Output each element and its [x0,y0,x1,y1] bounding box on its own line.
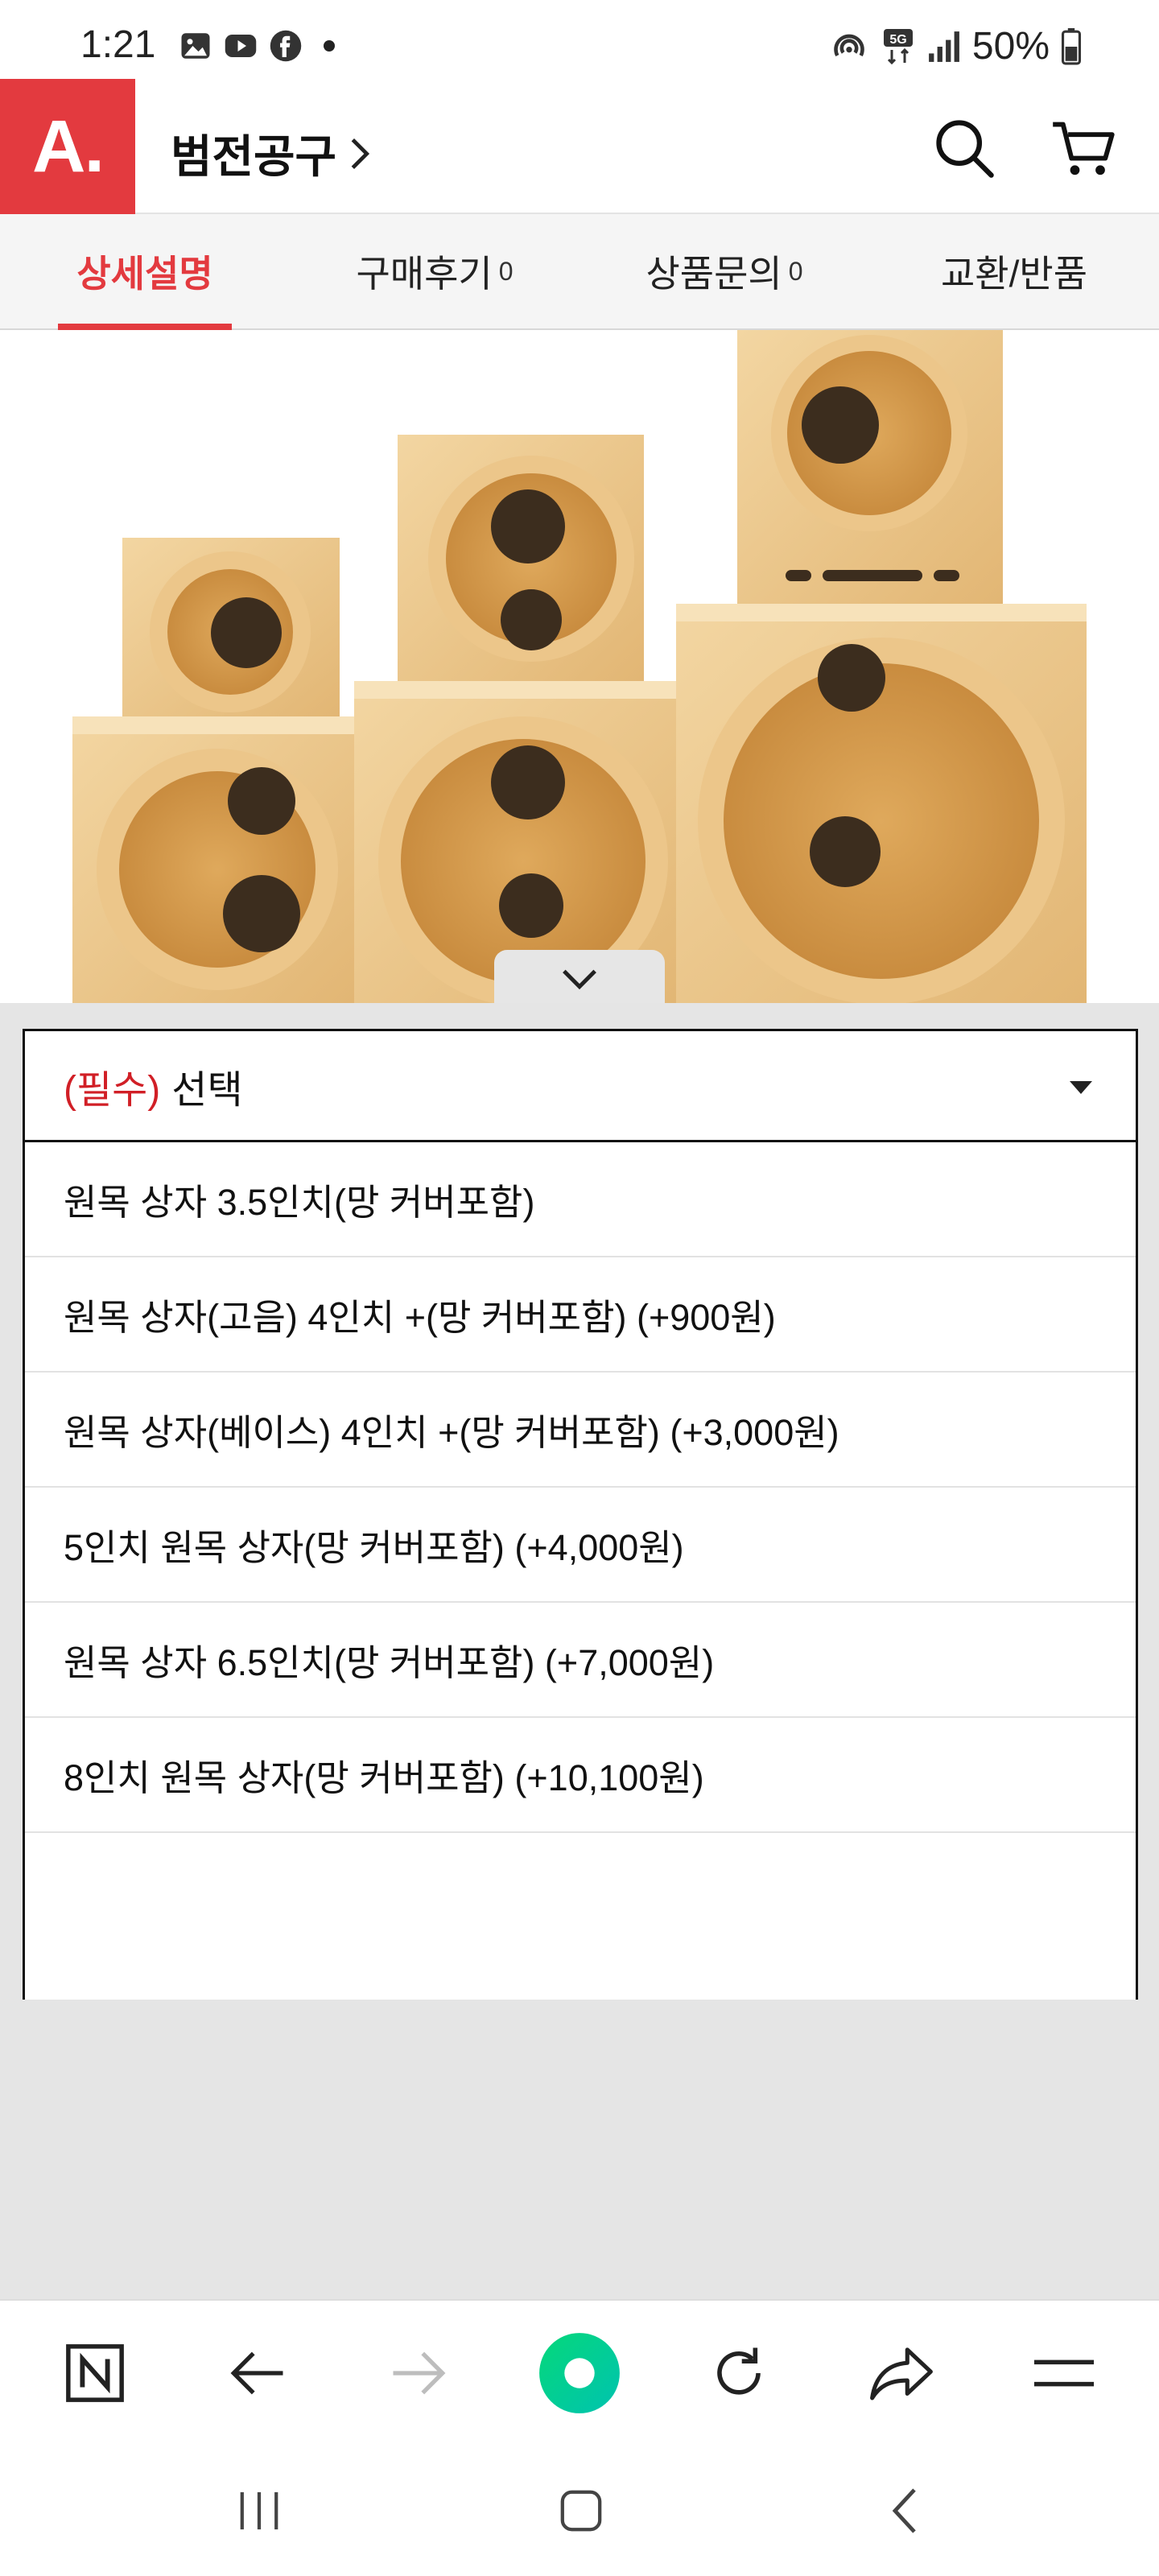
status-time: 1:21 [80,23,156,66]
system-navigation-bar [0,2444,1159,2576]
product-image [0,330,1159,1003]
option-item[interactable]: 원목 상자(베이스) 4인치 +(망 커버포함) (+3,000원) [25,1373,1136,1488]
browser-toolbar [0,2299,1159,2444]
expand-details-button[interactable] [494,950,665,1008]
option-item[interactable]: 원목 상자(고음) 4인치 +(망 커버포함) (+900원) [25,1257,1136,1373]
tab-exchange-return[interactable]: 교환/반품 [869,214,1159,328]
hotspot-icon [834,34,864,56]
forward-arrow-icon[interactable] [385,2339,452,2407]
5g-icon: 5G [883,28,913,64]
system-status: 5G 50% [829,24,1082,68]
wooden-speaker-boxes-illustration [72,330,1087,1003]
signal-icon [929,31,959,62]
gallery-icon [181,33,210,59]
store-title-link[interactable]: 범전공구 [171,121,370,186]
option-item[interactable]: 원목 상자 6.5인치(망 커버포함) (+7,000원) [25,1603,1136,1718]
battery-icon [1061,27,1082,64]
inquiry-count: 0 [788,256,803,286]
share-icon[interactable] [868,2339,935,2407]
notification-icons [179,29,335,63]
tab-reviews[interactable]: 구매후기 0 [290,214,580,328]
product-tabs: 상세설명 구매후기 0 상품문의 0 교환/반품 [0,214,1159,330]
store-name: 범전공구 [171,131,337,182]
tab-inquiries[interactable]: 상품문의 0 [580,214,869,328]
review-count: 0 [498,256,514,286]
status-bar: 1:21 5G 50% [0,0,1159,79]
option-item[interactable]: 원목 상자 3.5인치(망 커버포함) [25,1142,1136,1257]
select-placeholder: 선택 [171,1068,243,1112]
site-logo[interactable]: A. [0,79,135,214]
option-select-header[interactable]: (필수) 선택 [25,1031,1136,1142]
option-item[interactable]: 5인치 원목 상자(망 커버포함) (+4,000원) [25,1488,1136,1603]
cart-icon[interactable] [1050,114,1117,182]
required-label: (필수) [64,1068,161,1112]
option-item[interactable]: 8인치 원목 상자(망 커버포함) (+10,100원) [25,1718,1136,1833]
system-back-icon[interactable] [872,2483,937,2539]
naver-n-icon[interactable] [61,2339,129,2407]
search-icon[interactable] [930,114,998,182]
option-list: 원목 상자 3.5인치(망 커버포함) 원목 상자(고음) 4인치 +(망 커버… [25,1142,1136,1833]
tab-description[interactable]: 상세설명 [0,214,290,330]
facebook-icon [270,30,302,62]
more-notifications-dot [324,40,335,52]
chevron-right-icon [351,138,370,169]
option-dropdown: (필수) 선택 원목 상자 3.5인치(망 커버포함) 원목 상자(고음) 4인… [23,1029,1138,2000]
refresh-icon[interactable] [705,2339,773,2407]
back-arrow-icon[interactable] [224,2339,291,2407]
home-button-icon[interactable] [549,2483,613,2539]
recent-apps-icon[interactable] [227,2483,291,2539]
chevron-down-icon [563,969,596,990]
app-header: A. 범전공구 [0,79,1159,214]
youtube-icon [225,35,257,57]
svg-text:5G: 5G [889,33,906,47]
battery-percent: 50% [971,25,1050,68]
caret-down-icon [1070,1081,1092,1094]
home-circle-icon[interactable] [538,2331,621,2415]
menu-icon[interactable] [1030,2339,1098,2407]
